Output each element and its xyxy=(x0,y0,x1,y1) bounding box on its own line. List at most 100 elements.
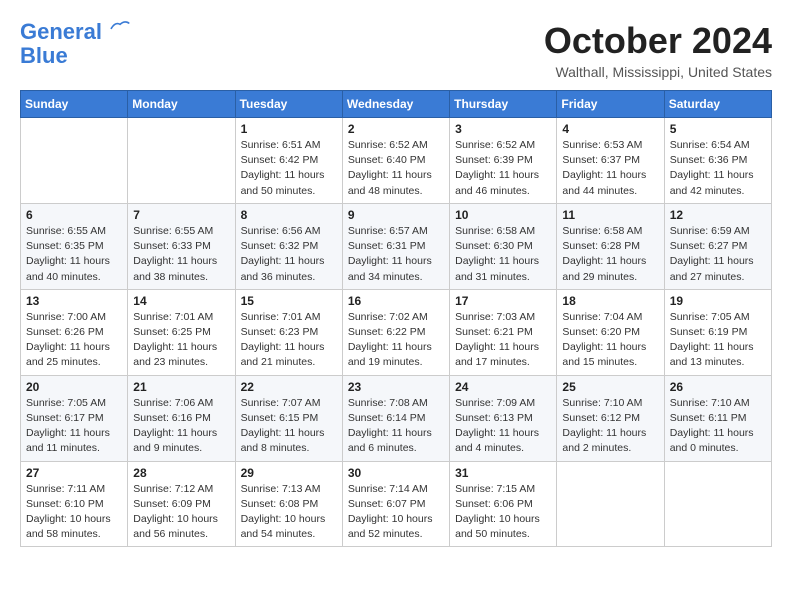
day-info: Sunrise: 6:52 AM Sunset: 6:39 PM Dayligh… xyxy=(455,138,551,199)
day-info: Sunrise: 7:02 AM Sunset: 6:22 PM Dayligh… xyxy=(348,310,444,371)
day-number: 14 xyxy=(133,294,229,308)
calendar-cell xyxy=(128,118,235,204)
day-number: 12 xyxy=(670,208,766,222)
calendar-cell: 22Sunrise: 7:07 AM Sunset: 6:15 PM Dayli… xyxy=(235,375,342,461)
calendar-week-row: 6Sunrise: 6:55 AM Sunset: 6:35 PM Daylig… xyxy=(21,203,772,289)
day-info: Sunrise: 6:57 AM Sunset: 6:31 PM Dayligh… xyxy=(348,224,444,285)
calendar-week-row: 20Sunrise: 7:05 AM Sunset: 6:17 PM Dayli… xyxy=(21,375,772,461)
day-number: 25 xyxy=(562,380,658,394)
title-block: October 2024 Walthall, Mississippi, Unit… xyxy=(544,20,772,80)
day-info: Sunrise: 6:59 AM Sunset: 6:27 PM Dayligh… xyxy=(670,224,766,285)
calendar-cell: 5 Sunrise: 6:54 AM Sunset: 6:36 PM Daylig… xyxy=(664,118,771,204)
day-number: 23 xyxy=(348,380,444,394)
calendar-cell: 10 Sunrise: 6:58 AM Sunset: 6:30 PM Dayli… xyxy=(450,203,557,289)
calendar-cell: 1 Sunrise: 6:51 AM Sunset: 6:42 PM Daylig… xyxy=(235,118,342,204)
day-info: Sunrise: 6:58 AM Sunset: 6:30 PM Dayligh… xyxy=(455,224,551,285)
day-number: 13 xyxy=(26,294,122,308)
calendar-cell: 24 Sunrise: 7:09 AM Sunset: 6:13 PM Dayli… xyxy=(450,375,557,461)
day-info: Sunrise: 6:58 AM Sunset: 6:28 PM Dayligh… xyxy=(562,224,658,285)
day-number: 10 xyxy=(455,208,551,222)
day-number: 11 xyxy=(562,208,658,222)
calendar-cell: 4Sunrise: 6:53 AM Sunset: 6:37 PM Daylig… xyxy=(557,118,664,204)
day-info: Sunrise: 6:52 AM Sunset: 6:40 PM Dayligh… xyxy=(348,138,444,199)
day-number: 18 xyxy=(562,294,658,308)
calendar-cell: 20Sunrise: 7:05 AM Sunset: 6:17 PM Dayli… xyxy=(21,375,128,461)
calendar-cell: 12 Sunrise: 6:59 AM Sunset: 6:27 PM Dayli… xyxy=(664,203,771,289)
day-number: 16 xyxy=(348,294,444,308)
day-number: 21 xyxy=(133,380,229,394)
logo-bird-icon xyxy=(110,18,130,32)
calendar-week-row: 1 Sunrise: 6:51 AM Sunset: 6:42 PM Daylig… xyxy=(21,118,772,204)
day-info: Sunrise: 7:10 AM Sunset: 6:12 PM Dayligh… xyxy=(562,396,658,457)
calendar-table: SundayMondayTuesdayWednesdayThursdayFrid… xyxy=(20,90,772,547)
calendar-cell: 29 Sunrise: 7:13 AM Sunset: 6:08 PM Dayli… xyxy=(235,461,342,547)
weekday-header-row: SundayMondayTuesdayWednesdayThursdayFrid… xyxy=(21,91,772,118)
calendar-cell: 14 Sunrise: 7:01 AM Sunset: 6:25 PM Dayli… xyxy=(128,289,235,375)
calendar-cell xyxy=(557,461,664,547)
calendar-cell: 31Sunrise: 7:15 AM Sunset: 6:06 PM Dayli… xyxy=(450,461,557,547)
day-number: 27 xyxy=(26,466,122,480)
day-number: 26 xyxy=(670,380,766,394)
day-number: 22 xyxy=(241,380,337,394)
day-number: 17 xyxy=(455,294,551,308)
weekday-header: Tuesday xyxy=(235,91,342,118)
day-number: 19 xyxy=(670,294,766,308)
calendar-cell: 18 Sunrise: 7:04 AM Sunset: 6:20 PM Dayli… xyxy=(557,289,664,375)
day-number: 4 xyxy=(562,122,658,136)
weekday-header: Monday xyxy=(128,91,235,118)
day-info: Sunrise: 7:06 AM Sunset: 6:16 PM Dayligh… xyxy=(133,396,229,457)
day-info: Sunrise: 6:51 AM Sunset: 6:42 PM Dayligh… xyxy=(241,138,337,199)
day-info: Sunrise: 7:01 AM Sunset: 6:25 PM Dayligh… xyxy=(133,310,229,371)
page-header: GeneralBlue October 2024 Walthall, Missi… xyxy=(20,20,772,80)
calendar-week-row: 13Sunrise: 7:00 AM Sunset: 6:26 PM Dayli… xyxy=(21,289,772,375)
day-number: 7 xyxy=(133,208,229,222)
day-info: Sunrise: 7:13 AM Sunset: 6:08 PM Dayligh… xyxy=(241,482,337,543)
day-info: Sunrise: 7:03 AM Sunset: 6:21 PM Dayligh… xyxy=(455,310,551,371)
day-number: 9 xyxy=(348,208,444,222)
day-number: 29 xyxy=(241,466,337,480)
calendar-cell: 8 Sunrise: 6:56 AM Sunset: 6:32 PM Daylig… xyxy=(235,203,342,289)
calendar-cell: 16 Sunrise: 7:02 AM Sunset: 6:22 PM Dayli… xyxy=(342,289,449,375)
day-number: 24 xyxy=(455,380,551,394)
day-info: Sunrise: 7:14 AM Sunset: 6:07 PM Dayligh… xyxy=(348,482,444,543)
calendar-cell: 9 Sunrise: 6:57 AM Sunset: 6:31 PM Daylig… xyxy=(342,203,449,289)
day-number: 5 xyxy=(670,122,766,136)
weekday-header: Friday xyxy=(557,91,664,118)
weekday-header: Wednesday xyxy=(342,91,449,118)
calendar-cell: 6Sunrise: 6:55 AM Sunset: 6:35 PM Daylig… xyxy=(21,203,128,289)
day-info: Sunrise: 7:08 AM Sunset: 6:14 PM Dayligh… xyxy=(348,396,444,457)
day-number: 30 xyxy=(348,466,444,480)
calendar-cell: 23 Sunrise: 7:08 AM Sunset: 6:14 PM Dayli… xyxy=(342,375,449,461)
day-info: Sunrise: 6:56 AM Sunset: 6:32 PM Dayligh… xyxy=(241,224,337,285)
calendar-cell: 25 Sunrise: 7:10 AM Sunset: 6:12 PM Dayli… xyxy=(557,375,664,461)
day-info: Sunrise: 7:05 AM Sunset: 6:19 PM Dayligh… xyxy=(670,310,766,371)
weekday-header: Thursday xyxy=(450,91,557,118)
day-info: Sunrise: 7:01 AM Sunset: 6:23 PM Dayligh… xyxy=(241,310,337,371)
day-number: 28 xyxy=(133,466,229,480)
calendar-cell: 15Sunrise: 7:01 AM Sunset: 6:23 PM Dayli… xyxy=(235,289,342,375)
day-info: Sunrise: 7:04 AM Sunset: 6:20 PM Dayligh… xyxy=(562,310,658,371)
calendar-cell: 28Sunrise: 7:12 AM Sunset: 6:09 PM Dayli… xyxy=(128,461,235,547)
day-info: Sunrise: 7:15 AM Sunset: 6:06 PM Dayligh… xyxy=(455,482,551,543)
location: Walthall, Mississippi, United States xyxy=(544,64,772,80)
weekday-header: Saturday xyxy=(664,91,771,118)
calendar-cell: 19 Sunrise: 7:05 AM Sunset: 6:19 PM Dayli… xyxy=(664,289,771,375)
logo-text: GeneralBlue xyxy=(20,19,102,68)
calendar-cell: 13Sunrise: 7:00 AM Sunset: 6:26 PM Dayli… xyxy=(21,289,128,375)
calendar-cell: 3 Sunrise: 6:52 AM Sunset: 6:39 PM Daylig… xyxy=(450,118,557,204)
day-info: Sunrise: 6:55 AM Sunset: 6:33 PM Dayligh… xyxy=(133,224,229,285)
calendar-cell: 21 Sunrise: 7:06 AM Sunset: 6:16 PM Dayli… xyxy=(128,375,235,461)
day-info: Sunrise: 7:09 AM Sunset: 6:13 PM Dayligh… xyxy=(455,396,551,457)
calendar-cell xyxy=(664,461,771,547)
calendar-week-row: 27Sunrise: 7:11 AM Sunset: 6:10 PM Dayli… xyxy=(21,461,772,547)
calendar-cell: 7 Sunrise: 6:55 AM Sunset: 6:33 PM Daylig… xyxy=(128,203,235,289)
day-info: Sunrise: 6:54 AM Sunset: 6:36 PM Dayligh… xyxy=(670,138,766,199)
day-number: 2 xyxy=(348,122,444,136)
weekday-header: Sunday xyxy=(21,91,128,118)
day-number: 3 xyxy=(455,122,551,136)
day-number: 8 xyxy=(241,208,337,222)
day-info: Sunrise: 7:10 AM Sunset: 6:11 PM Dayligh… xyxy=(670,396,766,457)
day-number: 20 xyxy=(26,380,122,394)
calendar-cell: 2 Sunrise: 6:52 AM Sunset: 6:40 PM Daylig… xyxy=(342,118,449,204)
day-number: 1 xyxy=(241,122,337,136)
